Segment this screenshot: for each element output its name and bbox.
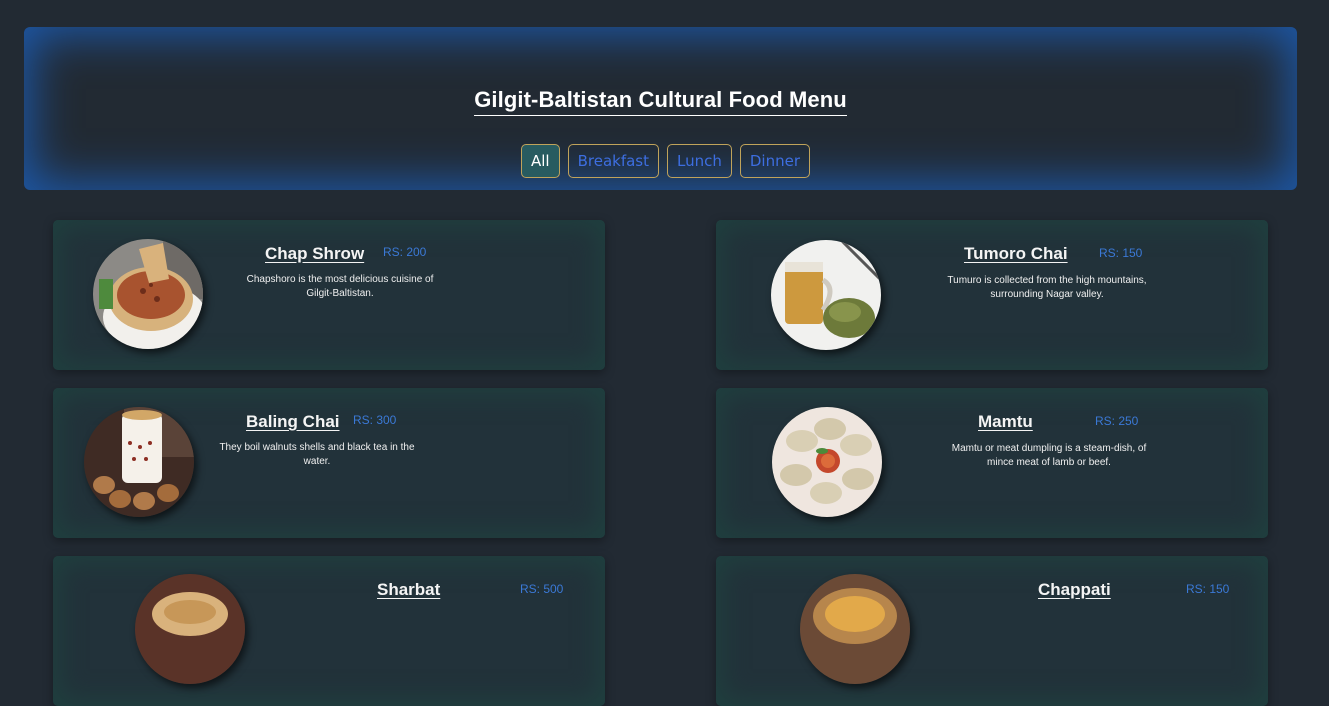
menu-item-card: Chap Shrow RS: 200 Chapshoro is the most… — [53, 220, 605, 370]
filter-dinner-button[interactable]: Dinner — [739, 144, 811, 178]
filter-all-button[interactable]: All — [520, 144, 560, 178]
food-image — [135, 574, 245, 684]
item-price: RS: 300 — [353, 413, 397, 427]
item-description: Tumuro is collected from the high mounta… — [947, 275, 1147, 300]
item-description: Mamtu or meat dumpling is a steam-dish, … — [951, 443, 1147, 468]
item-price: RS: 500 — [520, 582, 564, 596]
page-title: Gilgit-Baltistan Cultural Food Menu — [24, 87, 1297, 116]
item-name: Chap Shrow — [265, 244, 365, 263]
item-price: RS: 150 — [1186, 582, 1230, 596]
item-name: Tumoro Chai — [964, 244, 1068, 263]
food-image — [772, 407, 882, 517]
item-name: Mamtu — [978, 412, 1033, 431]
food-image — [771, 240, 881, 350]
filter-lunch-button[interactable]: Lunch — [667, 144, 732, 178]
menu-item-card: Baling Chai RS: 300 They boil walnuts sh… — [53, 388, 605, 538]
item-name: Chappati — [1038, 580, 1111, 599]
item-name: Sharbat — [377, 580, 441, 599]
menu-item-card: Mamtu RS: 250 Mamtu or meat dumpling is … — [716, 388, 1268, 538]
food-image — [800, 574, 910, 684]
menu-item-card: Chappati RS: 150 — [716, 556, 1268, 706]
item-price: RS: 200 — [383, 245, 427, 259]
item-name: Baling Chai — [246, 412, 340, 431]
filter-breakfast-button[interactable]: Breakfast — [567, 144, 659, 178]
category-filters: All Breakfast Lunch Dinner — [24, 144, 1297, 178]
item-description: Chapshoro is the most delicious cuisine … — [246, 274, 434, 299]
item-description: They boil walnuts shells and black tea i… — [219, 442, 415, 467]
menu-item-card: Tumoro Chai RS: 150 Tumuro is collected … — [716, 220, 1268, 370]
menu-item-card: Sharbat RS: 500 — [53, 556, 605, 706]
item-price: RS: 150 — [1099, 246, 1143, 260]
food-image — [84, 407, 194, 517]
item-price: RS: 250 — [1095, 414, 1139, 428]
food-image — [93, 239, 203, 349]
menu-header: Gilgit-Baltistan Cultural Food Menu All … — [24, 27, 1297, 190]
